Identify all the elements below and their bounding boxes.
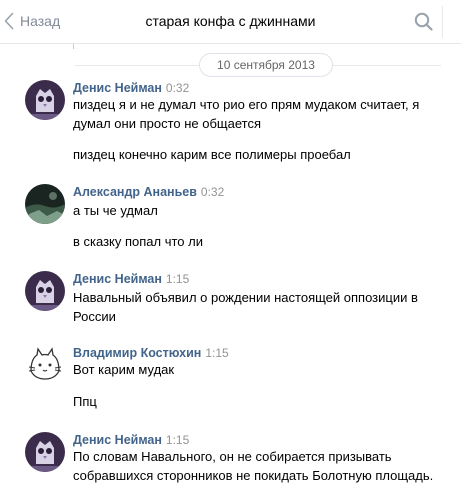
chat-header: Назад старая конфа с джиннами bbox=[0, 0, 461, 44]
author-name[interactable]: Денис Нейман 1:15 bbox=[73, 432, 189, 448]
author-name[interactable]: Владимир Костюхин 1:15 bbox=[73, 345, 229, 361]
message-time[interactable]: 1:15 bbox=[205, 346, 228, 360]
author-name[interactable]: Александр Ананьев 0:32 bbox=[73, 184, 224, 200]
date-separator: 10 сентября 2013 bbox=[0, 53, 461, 77]
search-icon[interactable] bbox=[414, 12, 434, 37]
avatar[interactable] bbox=[25, 271, 65, 311]
chat-title: старая конфа с джиннами bbox=[145, 13, 316, 29]
message-text: пиздец я и не думал что рио его прям муд… bbox=[73, 97, 420, 131]
message-text: Ппц bbox=[73, 394, 97, 409]
message-text: в сказку попал что ли bbox=[73, 234, 203, 249]
message-time[interactable]: 0:32 bbox=[166, 81, 189, 95]
header-divider bbox=[442, 6, 443, 38]
avatar[interactable] bbox=[25, 80, 65, 120]
avatar[interactable] bbox=[25, 184, 65, 224]
owl-avatar-icon bbox=[25, 80, 65, 120]
avatar[interactable] bbox=[25, 345, 65, 385]
author-name[interactable]: Денис Нейман 0:32 bbox=[73, 80, 189, 96]
avatar[interactable] bbox=[25, 432, 65, 472]
message-text: По словам Навального, он не собирается п… bbox=[73, 449, 434, 483]
message-text: Навальный объявил о рождении настоящей о… bbox=[73, 290, 418, 324]
message-time[interactable]: 1:15 bbox=[166, 433, 189, 447]
back-button[interactable]: Назад bbox=[4, 10, 60, 32]
message-text: пиздец конечно карим все полимеры проеба… bbox=[73, 147, 351, 162]
timeline-tick bbox=[73, 44, 74, 49]
message-text: а ты че удмал bbox=[73, 203, 158, 218]
owl-avatar-icon bbox=[25, 271, 65, 311]
message-time[interactable]: 0:32 bbox=[201, 185, 224, 199]
back-label: Назад bbox=[20, 13, 61, 29]
message-text: Вот карим мудак bbox=[73, 362, 175, 377]
owl-avatar-icon bbox=[25, 432, 65, 472]
chevron-left-icon bbox=[4, 12, 14, 30]
date-label: 10 сентября 2013 bbox=[199, 53, 333, 77]
cat-sketch-avatar-icon bbox=[25, 345, 65, 385]
photo-avatar-icon bbox=[25, 184, 65, 224]
author-name[interactable]: Денис Нейман 1:15 bbox=[73, 271, 189, 287]
message-time[interactable]: 1:15 bbox=[166, 272, 189, 286]
